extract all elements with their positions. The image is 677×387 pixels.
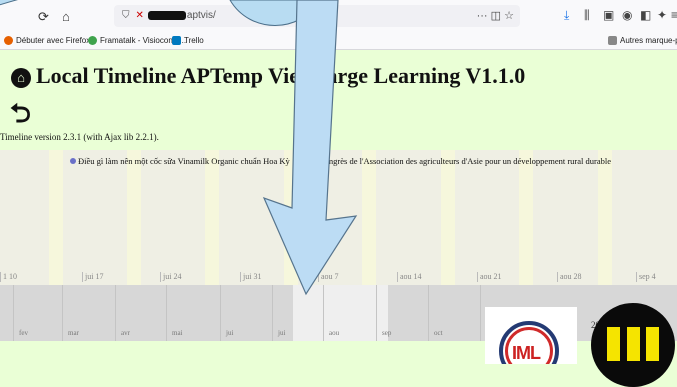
u-logo-yellow-bar	[646, 327, 659, 361]
u-logo	[591, 303, 675, 387]
iml-logo-text: IML	[512, 343, 541, 363]
iml-logo: IML	[485, 307, 577, 364]
u-logo-yellow-bar	[607, 327, 620, 361]
down-arrow-annotation-icon	[262, 0, 358, 296]
annotation-curve-shape	[0, 0, 19, 6]
u-logo-yellow-bar	[627, 327, 640, 361]
